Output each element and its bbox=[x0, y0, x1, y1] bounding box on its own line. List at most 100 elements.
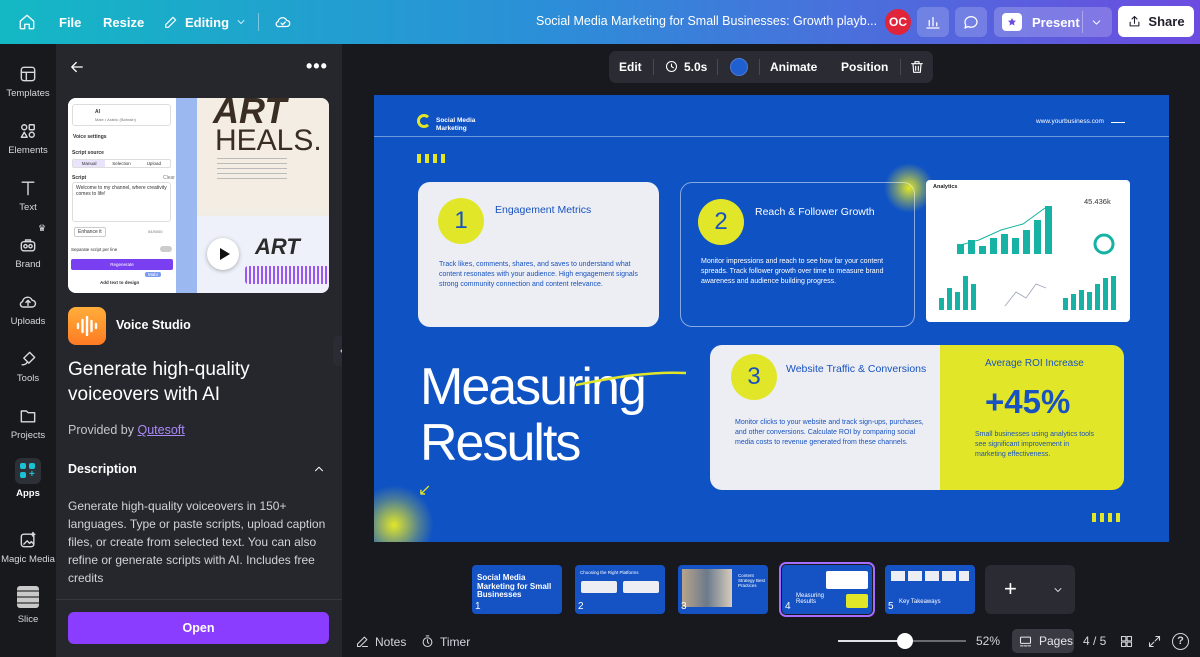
timer-label: Timer bbox=[440, 634, 471, 649]
card-title: Reach & Follower Growth bbox=[755, 206, 875, 218]
comments-button[interactable] bbox=[955, 7, 987, 37]
file-menu[interactable]: File bbox=[49, 7, 91, 37]
sidebar-rail: Templates Elements Text ♛ Brand Uploads … bbox=[0, 44, 56, 657]
cloud-save-icon[interactable] bbox=[268, 7, 298, 37]
share-button[interactable]: Share bbox=[1118, 6, 1194, 37]
sidebar-item-label: Uploads bbox=[10, 316, 46, 327]
sidebar-item-slice[interactable]: Slice bbox=[0, 586, 56, 625]
notes-label: Notes bbox=[375, 634, 407, 649]
app-details-panel: ••• AI Male • Arabic (Bahrain) Voice set… bbox=[56, 44, 342, 657]
play-button-icon[interactable] bbox=[207, 238, 239, 270]
provided-by: Provided by Qutesoft bbox=[68, 423, 185, 437]
zoom-slider[interactable] bbox=[838, 633, 966, 649]
help-icon[interactable]: ? bbox=[1172, 633, 1189, 650]
pencil-icon bbox=[165, 16, 177, 28]
trash-icon[interactable] bbox=[909, 59, 925, 75]
duration-button[interactable]: 5.0s bbox=[664, 59, 707, 74]
arrow-right-icon bbox=[1111, 122, 1125, 123]
color-swatch[interactable] bbox=[730, 58, 748, 76]
divider bbox=[717, 59, 718, 75]
zoom-slider-handle[interactable] bbox=[897, 633, 913, 649]
slide-title-line2: Results bbox=[420, 414, 581, 472]
preview-tooltip: Mabi bbox=[145, 272, 161, 277]
description-title: Description bbox=[68, 462, 137, 476]
present-button[interactable]: Present bbox=[994, 7, 1112, 37]
voice-wave-icon bbox=[76, 316, 98, 336]
pages-button[interactable]: Pages bbox=[1012, 629, 1074, 653]
chevron-down-icon[interactable] bbox=[1090, 16, 1103, 32]
comment-icon bbox=[964, 16, 978, 29]
templates-icon bbox=[20, 66, 36, 82]
sidebar-item-apps[interactable]: + Apps bbox=[0, 458, 56, 499]
sidebar-item-label: Templates bbox=[6, 88, 50, 99]
more-options-icon[interactable]: ••• bbox=[306, 56, 328, 77]
sidebar-item-label: Elements bbox=[8, 145, 48, 156]
timer-button[interactable]: Timer bbox=[420, 634, 470, 649]
zoom-level[interactable]: 52% bbox=[976, 634, 1000, 648]
avatar[interactable]: OC bbox=[885, 9, 911, 35]
preview-separate: Separate script per line bbox=[71, 247, 118, 252]
insights-button[interactable] bbox=[917, 7, 949, 37]
grid-view-icon[interactable] bbox=[1119, 634, 1134, 649]
slide-canvas[interactable]: Social Media Marketing www.yourbusiness.… bbox=[374, 95, 1169, 542]
timer-icon bbox=[422, 635, 433, 648]
preview-voice-settings: Voice settings bbox=[73, 134, 107, 140]
roi-value: +45% bbox=[985, 383, 1071, 420]
divider bbox=[1082, 11, 1083, 33]
sidebar-item-projects[interactable]: Projects bbox=[0, 406, 56, 441]
number-badge: 2 bbox=[698, 199, 744, 245]
provider-link[interactable]: Qutesoft bbox=[138, 423, 185, 437]
sidebar-item-label: Magic Media bbox=[1, 554, 55, 565]
divider bbox=[258, 13, 259, 31]
sidebar-item-uploads[interactable]: Uploads bbox=[0, 292, 56, 327]
add-page-button[interactable]: + bbox=[985, 565, 1075, 614]
page-thumbnail-1[interactable]: Social Media Marketing for Small Busines… bbox=[472, 565, 562, 614]
notes-button[interactable]: Notes bbox=[355, 634, 406, 649]
sidebar-item-magic-media[interactable]: Magic Media bbox=[0, 530, 56, 565]
divider bbox=[374, 136, 1169, 137]
sidebar-item-brand[interactable]: ♛ Brand bbox=[0, 223, 56, 270]
preview-regenerate: Regenerate bbox=[71, 259, 173, 270]
page-thumbnail-2[interactable]: Choosing the Right Platforms 2 bbox=[575, 565, 665, 614]
divider bbox=[900, 59, 901, 75]
slide-brand: Social Media Marketing bbox=[436, 117, 476, 132]
roi-label: Average ROI Increase bbox=[985, 358, 1084, 369]
sidebar-item-elements[interactable]: Elements bbox=[0, 121, 56, 156]
editing-mode-menu[interactable]: Editing bbox=[153, 7, 257, 37]
metric-card-traffic[interactable]: 3 Website Traffic & Conversions Monitor … bbox=[710, 345, 954, 490]
text-icon bbox=[21, 181, 35, 196]
fullscreen-icon[interactable] bbox=[1147, 634, 1162, 649]
description-header[interactable]: Description bbox=[68, 460, 326, 478]
metric-card-engagement[interactable]: 1 Engagement Metrics Track likes, commen… bbox=[418, 182, 659, 327]
brand-logo-icon bbox=[417, 114, 431, 128]
sidebar-item-text[interactable]: Text bbox=[0, 178, 56, 213]
page-thumbnail-3[interactable]: Content Strategy Best Practices 3 bbox=[678, 565, 768, 614]
plus-icon: + bbox=[1004, 576, 1017, 601]
resize-menu[interactable]: Resize bbox=[93, 7, 154, 37]
chevron-down-icon bbox=[237, 20, 245, 24]
zoom-slider-fill bbox=[838, 640, 905, 642]
back-arrow-icon[interactable] bbox=[68, 58, 88, 78]
animate-button[interactable]: Animate bbox=[770, 60, 817, 74]
app-preview-image: AI Male • Arabic (Bahrain) Voice setting… bbox=[68, 98, 329, 293]
roi-panel[interactable]: Average ROI Increase +45% Small business… bbox=[940, 345, 1124, 490]
card-title: Website Traffic & Conversions bbox=[786, 363, 927, 375]
page-thumbnail-4[interactable]: Measuring Results 4 bbox=[779, 562, 875, 617]
sidebar-item-label: Tools bbox=[16, 373, 40, 384]
document-title[interactable]: Social Media Marketing for Small Busines… bbox=[536, 14, 877, 28]
preview-enhance: Enhance it bbox=[74, 227, 106, 237]
open-button[interactable]: Open bbox=[68, 612, 329, 644]
preview-tab-selection: Selection bbox=[112, 161, 131, 166]
arrow-down-left-icon: ↙ bbox=[418, 482, 432, 499]
crown-icon: ♛ bbox=[38, 223, 47, 233]
home-icon[interactable] bbox=[12, 7, 42, 37]
sidebar-item-templates[interactable]: Templates bbox=[0, 64, 56, 99]
open-label: Open bbox=[182, 621, 215, 635]
metric-card-reach[interactable]: 2 Reach & Follower Growth Monitor impres… bbox=[680, 182, 915, 327]
preview-script-label: Script bbox=[72, 175, 87, 181]
position-button[interactable]: Position bbox=[841, 60, 888, 74]
edit-button[interactable]: Edit bbox=[619, 60, 642, 74]
page-thumbnail-5[interactable]: Key Takeaways 5 bbox=[885, 565, 975, 614]
sidebar-item-tools[interactable]: Tools bbox=[0, 349, 56, 384]
apps-icon: + bbox=[15, 458, 41, 484]
